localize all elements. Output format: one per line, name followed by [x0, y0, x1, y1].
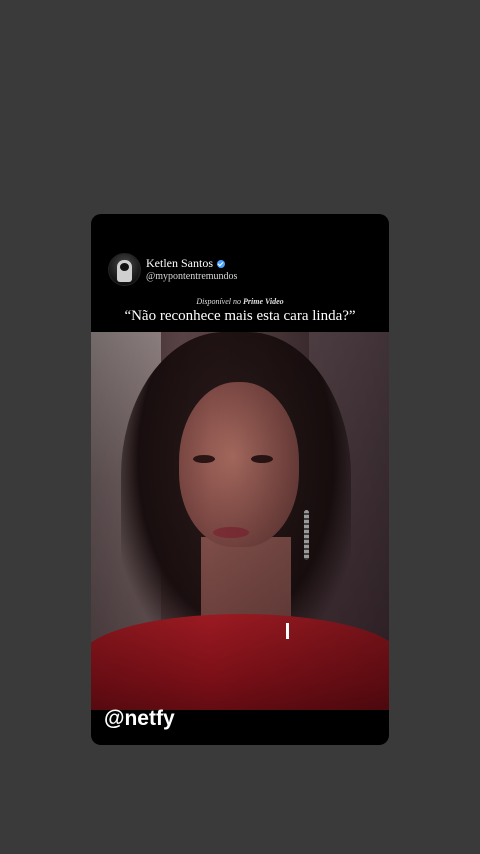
watermark-handle: @netfy [104, 707, 175, 730]
author-name[interactable]: Ketlen Santos [146, 256, 213, 271]
quote-text: “Não reconhece mais esta cara linda?” [124, 308, 356, 324]
availability-caption: Disponível no Prime Video [91, 297, 389, 306]
author-name-row: Ketlen Santos [146, 256, 225, 271]
streaming-service: Prime Video [243, 297, 284, 306]
video-frame[interactable] [91, 332, 389, 710]
post-card[interactable]: Ketlen Santos @mypontentremundos Disponí… [91, 214, 389, 745]
avatar[interactable] [108, 253, 141, 286]
post-header: Ketlen Santos @mypontentremundos Disponí… [91, 214, 389, 332]
text-cursor-icon [286, 623, 289, 639]
avatar-figure-icon [117, 260, 132, 282]
story-viewer: Ketlen Santos @mypontentremundos Disponí… [0, 0, 480, 854]
photo-shading [91, 332, 389, 710]
availability-prefix: Disponível no [196, 297, 241, 306]
author-handle[interactable]: @mypontentremundos [146, 271, 237, 282]
verified-badge-icon [217, 259, 225, 268]
